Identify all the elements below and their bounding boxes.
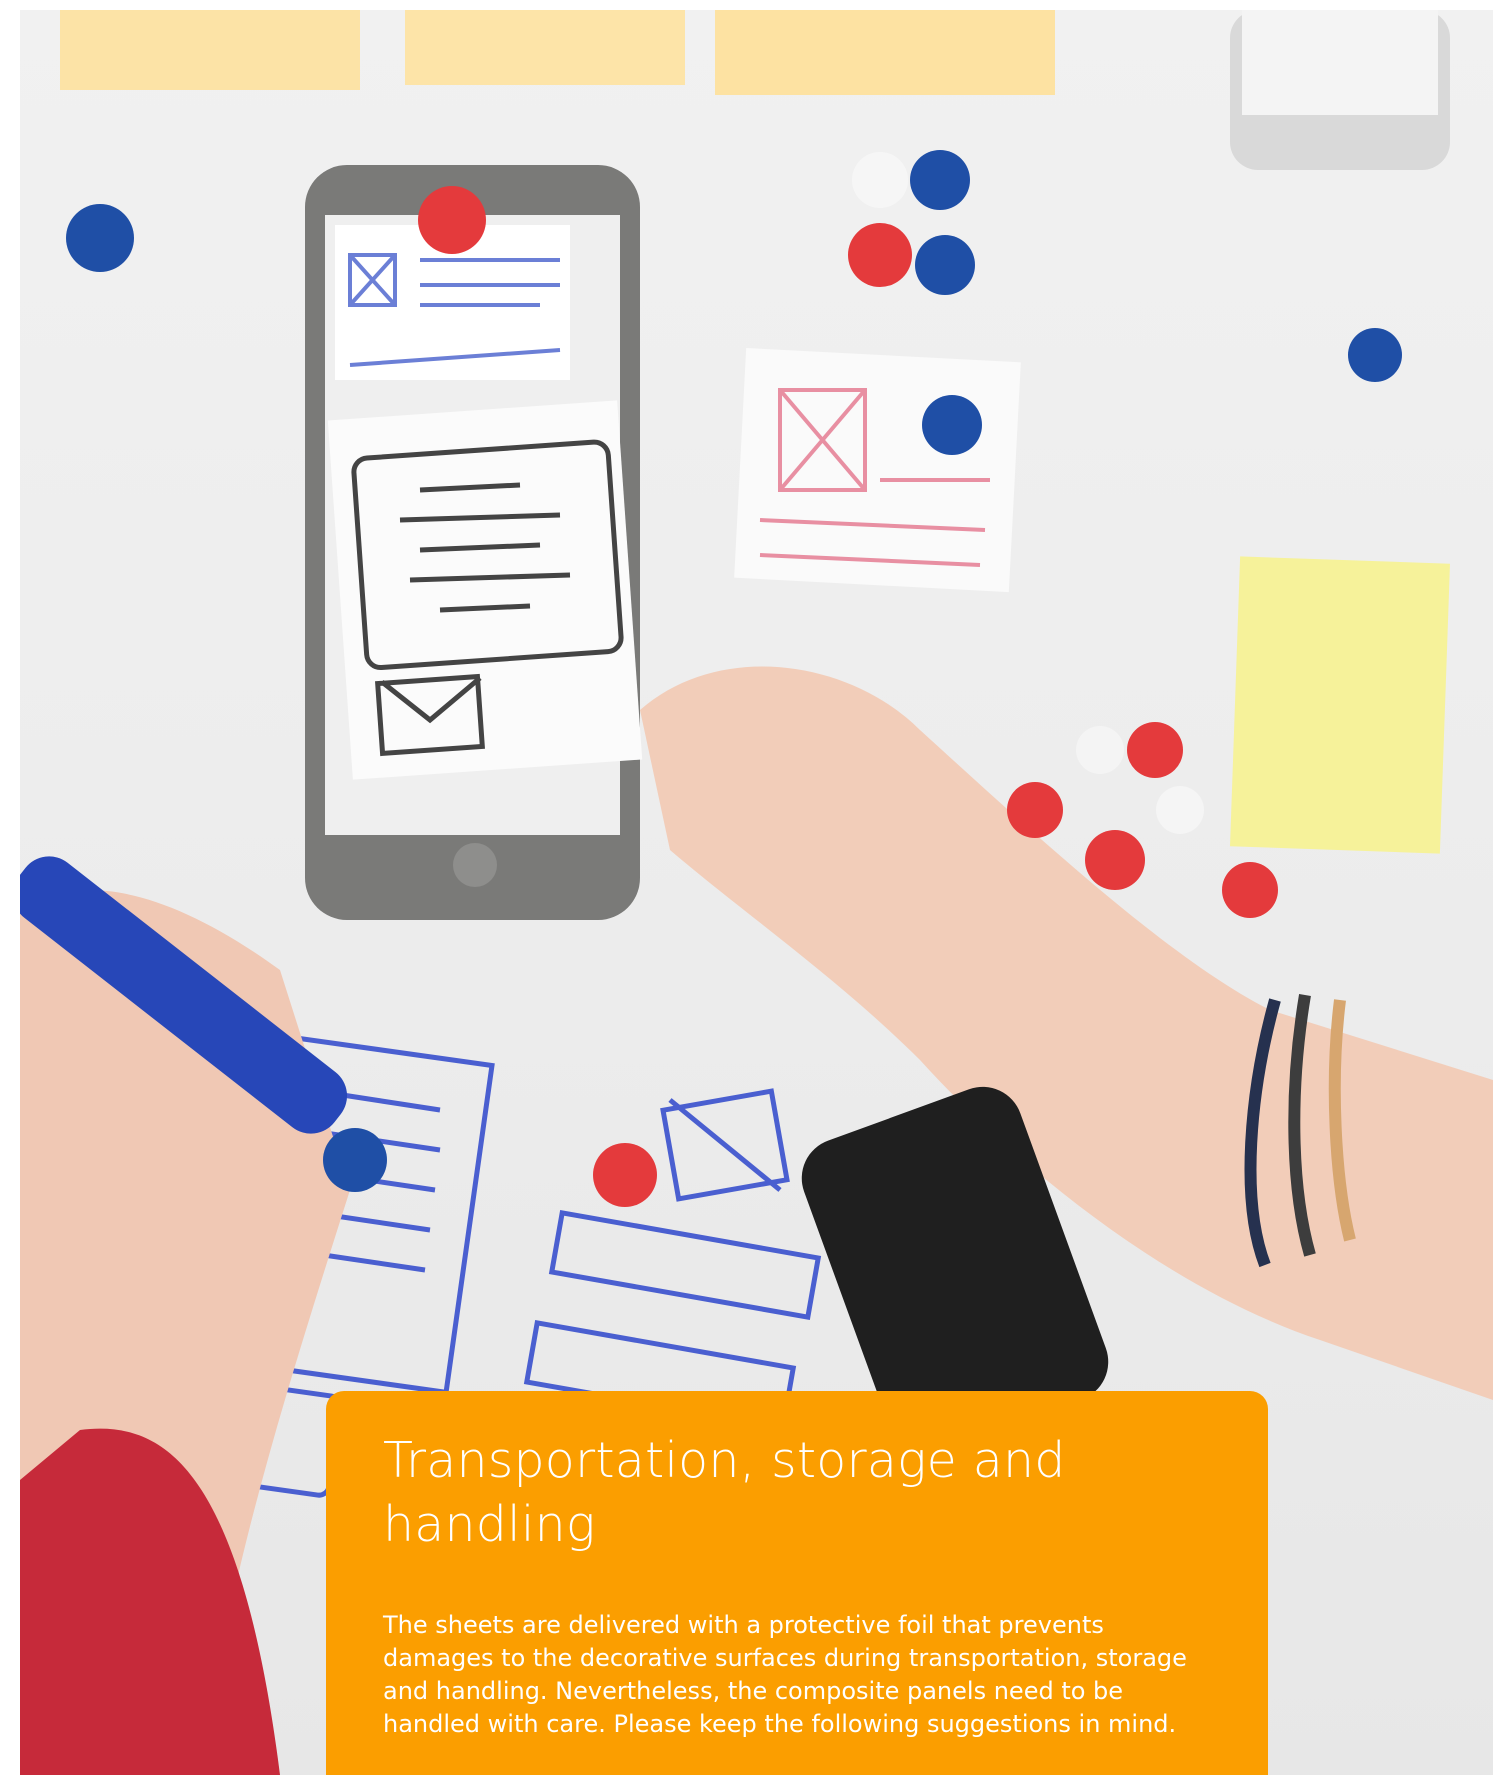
sticky-note [715, 10, 1055, 95]
info-box: Transportation, storage and handling The… [326, 1391, 1268, 1775]
phone-home-button [453, 843, 497, 887]
section-body: The sheets are delivered with a protecti… [383, 1611, 1187, 1738]
section-title: Transportation, storage and handling [383, 1432, 1066, 1553]
phone-screen [1242, 10, 1438, 115]
sticky-note [1230, 556, 1450, 854]
sticky-note [60, 10, 360, 90]
sticky-note [405, 10, 685, 85]
